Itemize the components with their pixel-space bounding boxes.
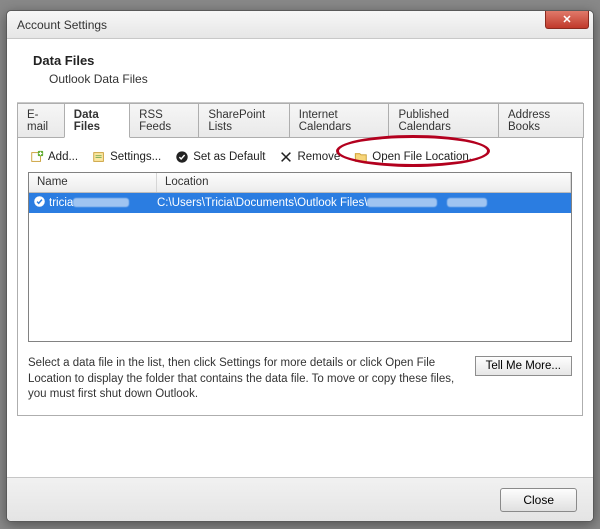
set-default-button[interactable]: Set as Default (175, 150, 265, 164)
settings-label: Settings... (110, 151, 161, 163)
folder-icon (354, 150, 368, 164)
header-title: Data Files (33, 53, 567, 68)
remove-button[interactable]: Remove (279, 150, 340, 164)
tell-me-more-button[interactable]: Tell Me More... (475, 356, 572, 376)
dialog-footer: Close (7, 477, 593, 521)
close-button[interactable]: Close (500, 488, 577, 512)
header-section: Data Files Outlook Data Files (7, 39, 593, 96)
header-subtitle: Outlook Data Files (49, 72, 567, 86)
tab-email[interactable]: E-mail (17, 103, 65, 138)
close-window-button[interactable]: ✕ (545, 11, 589, 29)
titlebar: Account Settings ✕ (7, 11, 593, 39)
default-check-icon (29, 195, 45, 211)
set-default-label: Set as Default (193, 151, 265, 163)
open-file-location-button[interactable]: Open File Location... (354, 150, 478, 164)
remove-label: Remove (297, 151, 340, 163)
toolbar: Add... Settings... Set as Default Remove (28, 148, 572, 172)
remove-icon (279, 150, 293, 164)
redacted (367, 198, 437, 207)
row-name: tricia (45, 197, 153, 209)
help-text: Select a data file in the list, then cli… (28, 356, 465, 403)
open-file-location-label: Open File Location... (372, 151, 478, 163)
add-label: Add... (48, 151, 78, 163)
help-row: Select a data file in the list, then cli… (28, 356, 572, 403)
tab-panel-data-files: Add... Settings... Set as Default Remove (17, 137, 583, 416)
tab-rss-feeds[interactable]: RSS Feeds (129, 103, 199, 138)
redacted (73, 198, 129, 207)
tab-sharepoint-lists[interactable]: SharePoint Lists (198, 103, 289, 138)
column-location[interactable]: Location (157, 173, 571, 192)
tab-internet-calendars[interactable]: Internet Calendars (289, 103, 390, 138)
close-icon: ✕ (562, 13, 571, 26)
settings-button[interactable]: Settings... (92, 150, 161, 164)
redacted (447, 198, 487, 207)
add-button[interactable]: Add... (30, 150, 78, 164)
check-circle-icon (175, 150, 189, 164)
settings-icon (92, 150, 106, 164)
row-location: C:\Users\Tricia\Documents\Outlook Files\ (153, 197, 571, 209)
tab-published-calendars[interactable]: Published Calendars (388, 103, 499, 138)
add-icon (30, 150, 44, 164)
account-settings-dialog: Account Settings ✕ Data Files Outlook Da… (6, 10, 594, 522)
column-name[interactable]: Name (29, 173, 157, 192)
table-row[interactable]: tricia C:\Users\Tricia\Documents\Outlook… (29, 193, 571, 213)
window-title: Account Settings (17, 18, 545, 32)
tab-address-books[interactable]: Address Books (498, 103, 584, 138)
tab-strip: E-mail Data Files RSS Feeds SharePoint L… (17, 103, 583, 138)
list-header: Name Location (29, 173, 571, 193)
tab-data-files[interactable]: Data Files (64, 103, 130, 138)
data-files-list[interactable]: Name Location tricia C:\Users\Tricia\Doc… (28, 172, 572, 342)
